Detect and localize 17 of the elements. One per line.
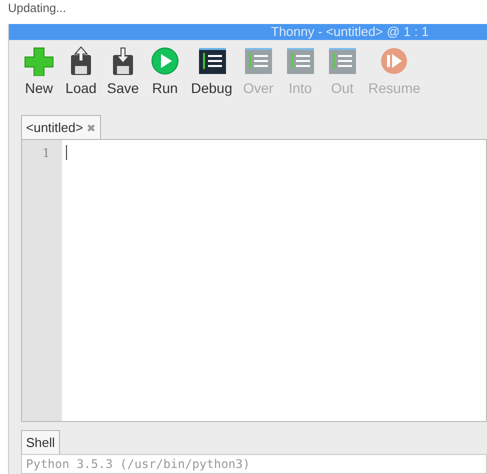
editor-tab[interactable]: <untitled> ✖ [21,114,101,139]
toolbar-button[interactable]: Load [61,46,101,100]
line-number: 1 [41,146,50,160]
toolbar-button[interactable]: Run [145,46,185,100]
toolbar-button[interactable]: Debug [187,46,236,100]
shell-tab[interactable]: Shell [21,430,60,454]
plus-icon [23,46,55,76]
text-cursor [66,144,67,160]
list-icon [284,46,316,76]
status-text: Updating... [8,0,68,17]
shell-output: Python 3.5.3 (/usr/bin/python3) [26,457,251,472]
list-icon [242,46,274,76]
toolbar-button[interactable]: New [19,46,59,100]
play-icon [149,46,181,76]
toolbar-button[interactable]: Save [103,46,143,100]
window-title: Thonny - <untitled> @ 1 : 1 [271,24,429,39]
list-icon [326,46,358,76]
